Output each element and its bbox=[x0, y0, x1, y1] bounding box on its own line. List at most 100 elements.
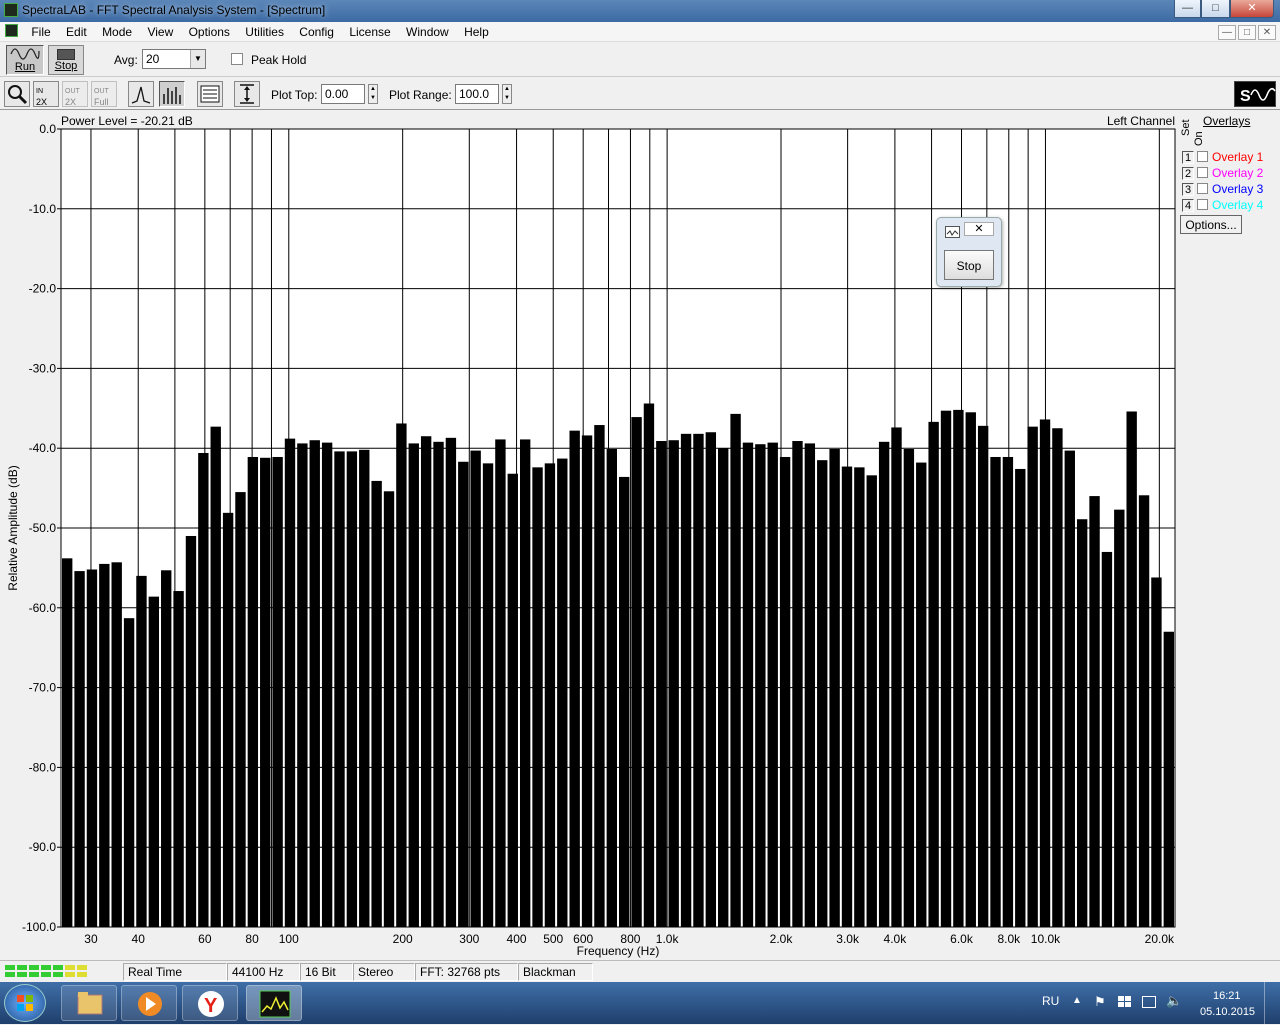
overlay-row-3: 3 Overlay 3 bbox=[1182, 182, 1263, 198]
overlay-3-checkbox[interactable] bbox=[1197, 183, 1208, 194]
language-indicator[interactable]: RU bbox=[1042, 994, 1059, 1008]
line-mode-button[interactable] bbox=[128, 81, 154, 107]
toolbar-plot: IN 2X OUT 2X OUT Full Plot Top: 0.00 ▲ ▼ Plo… bbox=[0, 78, 1280, 110]
mdi-close-button[interactable]: ✕ bbox=[1258, 25, 1276, 40]
taskbar-explorer[interactable] bbox=[61, 985, 117, 1021]
run-button[interactable]: Run bbox=[6, 45, 44, 75]
media-player-icon bbox=[138, 992, 162, 1016]
peak-hold-checkbox[interactable] bbox=[231, 53, 243, 65]
plot-top-label: Plot Top: bbox=[271, 88, 318, 102]
overlay-1-label: Overlay 1 bbox=[1212, 150, 1264, 164]
menu-help[interactable]: Help bbox=[458, 22, 495, 39]
chevron-down-icon[interactable]: ▼ bbox=[190, 50, 205, 68]
taskbar-media-player[interactable] bbox=[121, 985, 177, 1021]
overlays-set-header: Set bbox=[1180, 119, 1192, 136]
popup-close-button[interactable]: ✕ bbox=[964, 222, 994, 236]
overlay-4-checkbox[interactable] bbox=[1197, 199, 1208, 210]
zoom-out-full-text: Full bbox=[94, 97, 109, 107]
network-icon[interactable] bbox=[1142, 996, 1156, 1008]
spectrum-chart[interactable]: 0.0 -10.0 -20.0 -30.0 -40.0 -50.0 -60.0 -70.0 -8… bbox=[0, 110, 1280, 960]
svg-text:S: S bbox=[1240, 88, 1251, 105]
mdi-icon[interactable] bbox=[0, 22, 22, 40]
menu-view[interactable]: View bbox=[141, 22, 179, 39]
menu-window[interactable]: Window bbox=[400, 22, 455, 39]
bar-mode-button[interactable] bbox=[159, 81, 185, 107]
spectrum-bar bbox=[1064, 450, 1075, 927]
start-button[interactable] bbox=[4, 984, 46, 1022]
clock-date[interactable]: 05.10.2015 bbox=[1200, 1006, 1255, 1018]
settings-panel-button[interactable] bbox=[197, 81, 223, 107]
menu-utilities[interactable]: Utilities bbox=[239, 22, 290, 39]
mdi-window-buttons: — □ ✕ bbox=[1216, 24, 1276, 40]
avg-select[interactable]: 20 ▼ bbox=[142, 49, 206, 69]
menu-mode[interactable]: Mode bbox=[96, 22, 138, 39]
line-mode-icon bbox=[131, 86, 151, 104]
minimize-button[interactable]: — bbox=[1174, 0, 1201, 18]
menu-options[interactable]: Options bbox=[183, 22, 236, 39]
zoom-out-2x-button[interactable]: OUT 2X bbox=[62, 81, 88, 107]
windows-flag-icon[interactable] bbox=[1118, 996, 1132, 1008]
spectrum-bar bbox=[742, 442, 754, 927]
overlay-2-set-button[interactable]: 2 bbox=[1182, 167, 1194, 180]
y-tick-label: -90.0 bbox=[29, 840, 57, 854]
spectrum-bar bbox=[62, 558, 73, 927]
overlay-1-checkbox[interactable] bbox=[1197, 151, 1208, 162]
plot-top-input[interactable]: 0.00 bbox=[321, 84, 365, 104]
spectrum-bar bbox=[940, 410, 952, 928]
spectrum-bar bbox=[408, 443, 419, 927]
spectrum-bar bbox=[990, 456, 1001, 927]
x-tick-label: 30 bbox=[84, 932, 98, 946]
zoom-out-full-button[interactable]: OUT Full bbox=[91, 81, 117, 107]
x-tick-label: 500 bbox=[543, 932, 563, 946]
spectralab-logo-icon: S bbox=[1240, 87, 1276, 105]
spectrum-bar bbox=[767, 442, 778, 927]
x-tick-label: 10.0k bbox=[1031, 932, 1061, 946]
maximize-button[interactable]: □ bbox=[1201, 0, 1230, 18]
stop-button[interactable]: Stop bbox=[48, 45, 84, 75]
spectrum-bar bbox=[977, 425, 989, 927]
overlay-3-set-button[interactable]: 3 bbox=[1182, 183, 1194, 196]
mdi-restore-button[interactable]: □ bbox=[1238, 25, 1256, 40]
overlay-row-2: 2 Overlay 2 bbox=[1182, 166, 1263, 182]
mdi-minimize-button[interactable]: — bbox=[1218, 25, 1236, 40]
zoom-in-2x-button[interactable]: IN 2X bbox=[33, 81, 59, 107]
status-window: Blackman bbox=[518, 963, 593, 981]
spectrum-bar bbox=[458, 461, 469, 927]
overlays-options-button[interactable]: Options... bbox=[1180, 215, 1242, 234]
taskbar-spectralab[interactable] bbox=[246, 985, 302, 1021]
overlay-1-set-button[interactable]: 1 bbox=[1182, 151, 1194, 164]
toolbar-main: Run Stop Avg: 20 ▼ Peak Hold bbox=[0, 43, 1280, 77]
y-tick-label: -40.0 bbox=[29, 441, 57, 455]
close-button[interactable]: ✕ bbox=[1230, 0, 1274, 18]
menu-config[interactable]: Config bbox=[293, 22, 340, 39]
plot-range-spinner[interactable]: ▲ ▼ bbox=[502, 84, 512, 104]
menu-edit[interactable]: Edit bbox=[60, 22, 93, 39]
x-tick-label: 6.0k bbox=[950, 932, 974, 946]
spectrum-bar bbox=[74, 571, 85, 927]
spectrum-bar bbox=[779, 456, 791, 927]
spectrum-bar bbox=[470, 450, 481, 927]
y-tick-label: -50.0 bbox=[29, 521, 57, 535]
sine-wave-icon bbox=[10, 48, 40, 60]
taskbar-yandex-browser[interactable]: Y bbox=[182, 985, 238, 1021]
menu-license[interactable]: License bbox=[343, 22, 396, 39]
plot-top-spinner[interactable]: ▲ ▼ bbox=[368, 84, 378, 104]
status-bar: Real Time 44100 Hz 16 Bit Stereo FFT: 32… bbox=[0, 960, 1280, 982]
overlay-4-set-button[interactable]: 4 bbox=[1182, 199, 1194, 212]
popup-stop-button[interactable]: Stop bbox=[944, 250, 994, 280]
menu-file[interactable]: File bbox=[25, 22, 56, 39]
show-desktop-button[interactable] bbox=[1264, 982, 1280, 1024]
overlay-2-checkbox[interactable] bbox=[1197, 167, 1208, 178]
yandex-browser-icon: Y bbox=[198, 991, 224, 1017]
spectrum-bar bbox=[1027, 426, 1038, 927]
spectrum-bar bbox=[544, 463, 556, 927]
zoom-button[interactable] bbox=[4, 81, 30, 107]
tray-expand-icon[interactable]: ▲ bbox=[1072, 995, 1082, 1006]
clock-time[interactable]: 16:21 bbox=[1213, 990, 1241, 1002]
x-tick-label: 3.0k bbox=[836, 932, 860, 946]
volume-icon[interactable]: 🔈 bbox=[1166, 993, 1182, 1009]
action-center-flag-icon[interactable]: ⚑ bbox=[1094, 994, 1106, 1010]
plot-range-input[interactable]: 100.0 bbox=[455, 84, 499, 104]
vertical-scale-button[interactable] bbox=[234, 81, 260, 107]
overlay-row-1: 1 Overlay 1 bbox=[1182, 150, 1263, 166]
